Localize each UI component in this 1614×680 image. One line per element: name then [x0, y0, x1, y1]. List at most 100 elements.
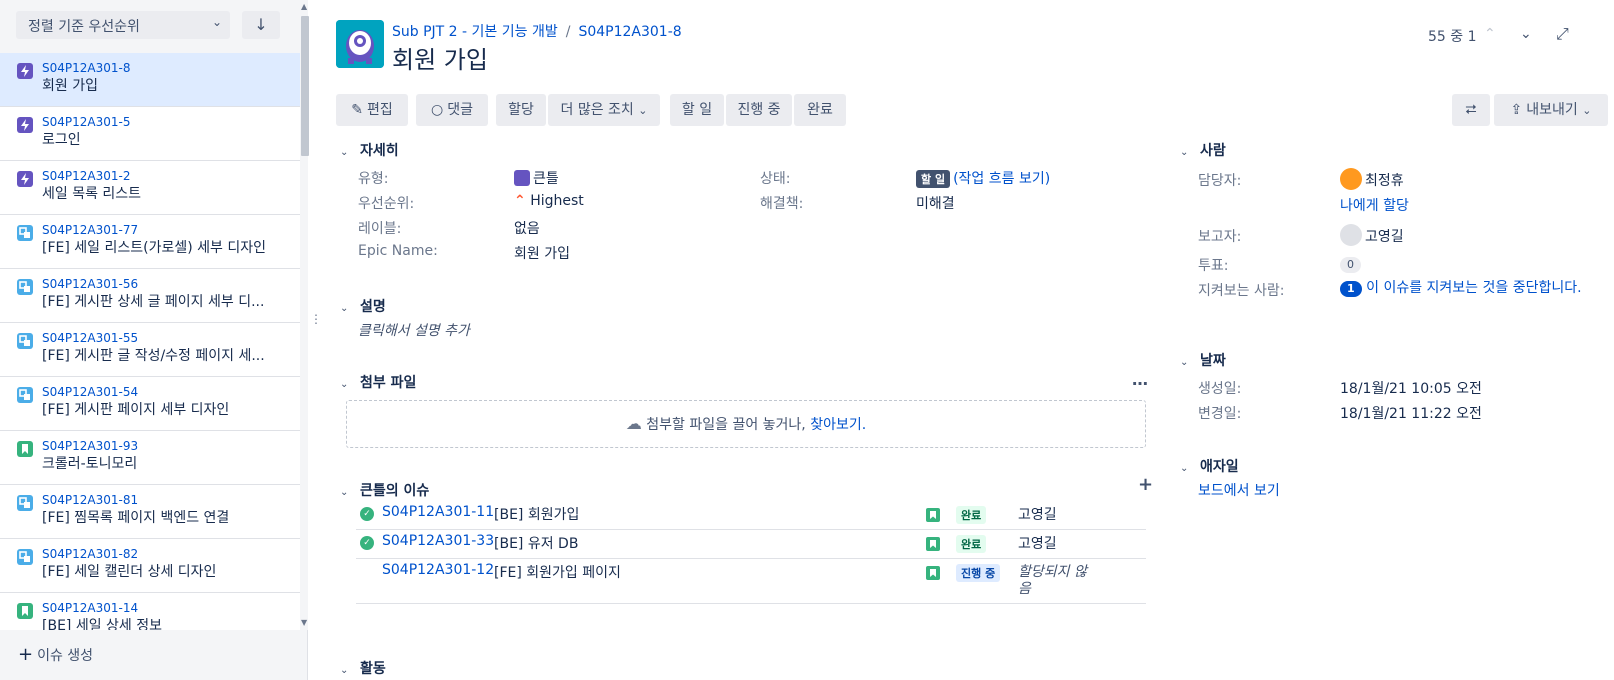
issue-navigator-panel: 정렬 기준 우선순위 ⌄ ↓ S04P12A301-8 회원 가입 S04P12A3… [0, 0, 309, 680]
people-section-heading[interactable]: ⌄ 사람 [1180, 140, 1226, 160]
share-button[interactable]: ⮂ [1452, 94, 1490, 126]
export-button[interactable]: ⇪ 내보내기 ⌄ [1494, 94, 1608, 126]
add-child-issue-icon[interactable]: + [1138, 474, 1153, 495]
updated-label: 변경일: [1198, 406, 1242, 422]
comment-icon: ○ [431, 102, 444, 118]
description-section-heading[interactable]: ⌄ 설명 [340, 296, 386, 316]
epic-icon [514, 170, 530, 186]
arrow-down-icon[interactable]: ↓ [242, 11, 280, 39]
epic-name-value[interactable]: 회원 가입 [514, 243, 570, 263]
priority-value-text: Highest [530, 193, 584, 209]
activity-section-heading[interactable]: ⌄ 활동 [340, 658, 386, 678]
list-item[interactable]: S04P12A301-82 [FE] 세일 캘린더 상세 디자인 [0, 539, 300, 593]
child-issue-key-link[interactable]: S04P12A301-33 [382, 533, 494, 549]
type-label: 유형: [358, 171, 389, 187]
scrollbar[interactable]: ▲ ▼ [300, 0, 309, 630]
child-issue-summary[interactable]: [BE] 유저 DB [494, 533, 578, 553]
votes-value[interactable]: 0 [1340, 256, 1361, 273]
scrollbar-thumb[interactable] [301, 16, 309, 156]
attachment-dropzone[interactable]: ☁ 첨부할 파일을 끌어 놓거나, 찾아보기. [346, 400, 1146, 448]
scroll-down-icon[interactable]: ▼ [301, 618, 307, 627]
view-workflow-link[interactable]: (작업 흐름 보기) [953, 171, 1050, 187]
assign-to-me-link[interactable]: 나에게 할당 [1340, 195, 1409, 215]
issue-key: S04P12A301-54 [42, 385, 139, 399]
chevron-down-icon: ⌄ [1582, 104, 1592, 117]
create-issue-button[interactable]: + 이슈 생성 [0, 630, 300, 680]
scroll-up-icon[interactable]: ▲ [301, 2, 307, 11]
expand-icon[interactable]: ⤢ [1556, 24, 1569, 44]
issue-summary: [FE] 게시판 페이지 세부 디자인 [42, 402, 230, 418]
subtask-icon [17, 333, 33, 349]
list-item[interactable]: S04P12A301-54 [FE] 게시판 페이지 세부 디자인 [0, 377, 300, 431]
browse-link[interactable]: 찾아보기. [810, 417, 866, 433]
project-avatar[interactable] [336, 20, 384, 68]
child-issue-summary[interactable]: [FE] 회원가입 페이지 [494, 562, 621, 582]
done-transition-label: 완료 [807, 102, 833, 118]
more-options-icon[interactable]: … [1132, 370, 1149, 389]
list-item[interactable]: S04P12A301-2 세일 목록 리스트 [0, 161, 300, 215]
todo-transition-button[interactable]: 할 일 [670, 94, 724, 126]
pager-count: 55 중 1 [1428, 29, 1477, 45]
stop-watching-link[interactable]: 이 이슈를 지켜보는 것을 중단합니다. [1366, 280, 1581, 296]
list-item[interactable]: S04P12A301-93 크롤러-토니모리 [0, 431, 300, 485]
epic-icon [17, 117, 33, 133]
details-section-heading[interactable]: ⌄ 자세히 [340, 140, 399, 160]
list-item[interactable]: S04P12A301-77 [FE] 세일 리스트(가로셀) 세부 디자인 [0, 215, 300, 269]
assignee-value[interactable]: 최정휴 [1340, 168, 1404, 192]
breadcrumb-issue-key-link[interactable]: S04P12A301-8 [578, 24, 681, 40]
view-on-board-link[interactable]: 보드에서 보기 [1198, 480, 1280, 500]
child-issue-key-link[interactable]: S04P12A301-11 [382, 504, 494, 520]
issue-summary: [FE] 세일 캘린더 상세 디자인 [42, 564, 217, 580]
table-row[interactable]: ✓ S04P12A301-11 [BE] 회원가입 완료 고영길 [356, 500, 1146, 530]
issue-summary: 세일 목록 리스트 [42, 186, 142, 202]
watchers-count-badge[interactable]: 1 [1340, 281, 1362, 297]
description-heading-text: 설명 [360, 299, 386, 315]
list-item[interactable]: S04P12A301-14 [BE] 세일 상세 정보 [0, 593, 300, 630]
dates-section-heading[interactable]: ⌄ 날짜 [1180, 350, 1226, 370]
breadcrumb-project-link[interactable]: Sub PJT 2 - 기본 기능 개발 [392, 24, 558, 40]
priority-label: 우선순위: [358, 196, 415, 212]
issue-summary: [BE] 세일 상세 정보 [42, 618, 163, 630]
done-transition-button[interactable]: 완료 [794, 94, 846, 126]
export-button-label: 내보내기 [1526, 102, 1578, 118]
in-progress-transition-button[interactable]: 진행 중 [726, 94, 792, 126]
resize-handle[interactable]: ⋮ [310, 312, 322, 326]
list-item[interactable]: S04P12A301-56 [FE] 게시판 상세 글 페이지 세부 디... [0, 269, 300, 323]
assignee-label: 담당자: [1198, 173, 1242, 189]
child-issue-summary[interactable]: [BE] 회원가입 [494, 504, 579, 524]
subtask-icon [17, 549, 33, 565]
next-issue-icon[interactable]: ⌄ [1520, 26, 1532, 42]
share-icon: ⮂ [1465, 102, 1477, 118]
table-row[interactable]: S04P12A301-12 [FE] 회원가입 페이지 진행 중 할당되지 않음 [356, 558, 1146, 604]
dates-heading-text: 날짜 [1200, 353, 1226, 369]
previous-issue-icon[interactable]: ⌃ [1484, 26, 1496, 42]
comment-button[interactable]: ○ 댓글 [416, 94, 488, 126]
created-label: 생성일: [1198, 381, 1242, 397]
more-actions-label: 더 많은 조치 [560, 102, 634, 118]
child-issue-key-link[interactable]: S04P12A301-12 [382, 562, 494, 578]
subtask-icon [17, 495, 33, 511]
edit-button[interactable]: ✎ 편집 [336, 94, 408, 126]
resolved-check-icon: ✓ [360, 536, 374, 550]
todo-transition-label: 할 일 [681, 102, 713, 118]
assign-button[interactable]: 할당 [496, 94, 546, 126]
list-item[interactable]: S04P12A301-55 [FE] 게시판 글 작성/수정 페이지 세... [0, 323, 300, 377]
more-actions-button[interactable]: 더 많은 조치 ⌄ [548, 94, 660, 126]
table-row[interactable]: ✓ S04P12A301-33 [BE] 유저 DB 완료 고영길 [356, 529, 1146, 559]
details-heading-text: 자세히 [360, 143, 399, 159]
sort-select-label: 정렬 기준 우선순위 [28, 19, 140, 35]
attachments-section-heading[interactable]: ⌄ 첨부 파일 [340, 372, 416, 392]
list-item[interactable]: S04P12A301-5 로그인 [0, 107, 300, 161]
subtask-icon [17, 279, 33, 295]
list-item[interactable]: S04P12A301-8 회원 가입 [0, 53, 300, 107]
child-issues-section-heading[interactable]: ⌄ 큰틀의 이슈 [340, 480, 429, 500]
story-icon [926, 537, 940, 551]
page-title[interactable]: 회원 가입 [392, 40, 488, 75]
agile-section-heading[interactable]: ⌄ 애자일 [1180, 456, 1239, 476]
pencil-icon: ✎ [351, 102, 363, 118]
reporter-value[interactable]: 고영길 [1340, 224, 1404, 248]
issue-key: S04P12A301-5 [42, 115, 131, 129]
list-item[interactable]: S04P12A301-81 [FE] 찜목록 페이지 백엔드 연결 [0, 485, 300, 539]
description-placeholder[interactable]: 클릭해서 설명 추가 [358, 320, 470, 340]
sort-select[interactable]: 정렬 기준 우선순위 ⌄ [16, 11, 230, 39]
